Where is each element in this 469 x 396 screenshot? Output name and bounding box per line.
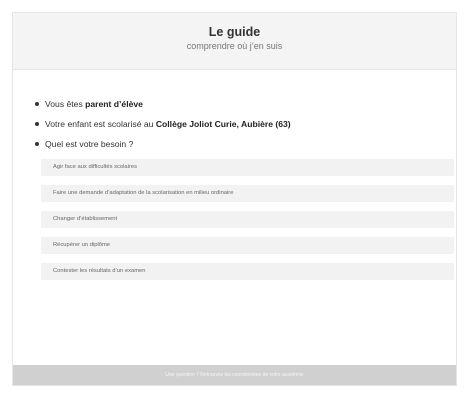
option-label: Contester les résultats d’un examen — [53, 268, 146, 274]
option-adaptation-scolarisation[interactable]: Faire une demande d’adaptation de la sco… — [41, 185, 454, 202]
guide-footer[interactable]: Une question ? Retrouvez les coordonnées… — [13, 365, 456, 385]
role-value: parent d’élève — [85, 99, 143, 109]
bullet-icon — [35, 101, 39, 106]
question-text: Quel est votre besoin ? — [45, 139, 134, 149]
option-changer-etablissement[interactable]: Changer d’établissement — [41, 211, 454, 228]
footer-link[interactable]: Une question ? Retrouvez les coordonnées… — [165, 372, 303, 378]
option-label: Récupérer un diplôme — [53, 242, 111, 248]
option-label: Faire une demande d’adaptation de la sco… — [53, 190, 234, 196]
school-value: Collège Joliot Curie, Aubière (63) — [155, 119, 291, 129]
guide-panel: Le guide comprendre où j’en suis Vous êt… — [12, 12, 457, 386]
guide-header: Le guide comprendre où j’en suis — [13, 13, 456, 70]
guide-title: Le guide — [208, 25, 261, 39]
bullet-icon — [35, 141, 39, 146]
option-label: Changer d’établissement — [53, 216, 118, 222]
role-prefix: Vous êtes — [45, 99, 86, 109]
option-contester-resultats[interactable]: Contester les résultats d’un examen — [41, 263, 454, 280]
guide-subtitle: comprendre où j’en suis — [186, 41, 283, 51]
option-difficultes-scolaires[interactable]: Agir face aux difficultés scolaires — [41, 159, 454, 176]
role-line: Vous êtes parent d’élève — [35, 99, 143, 109]
bullet-icon — [35, 121, 39, 126]
option-recuperer-diplome[interactable]: Récupérer un diplôme — [41, 237, 454, 254]
option-label: Agir face aux difficultés scolaires — [53, 164, 137, 170]
school-line: Votre enfant est scolarisé au Collège Jo… — [35, 119, 291, 129]
question-line: Quel est votre besoin ? — [35, 139, 133, 149]
school-prefix: Votre enfant est scolarisé au — [45, 119, 156, 129]
